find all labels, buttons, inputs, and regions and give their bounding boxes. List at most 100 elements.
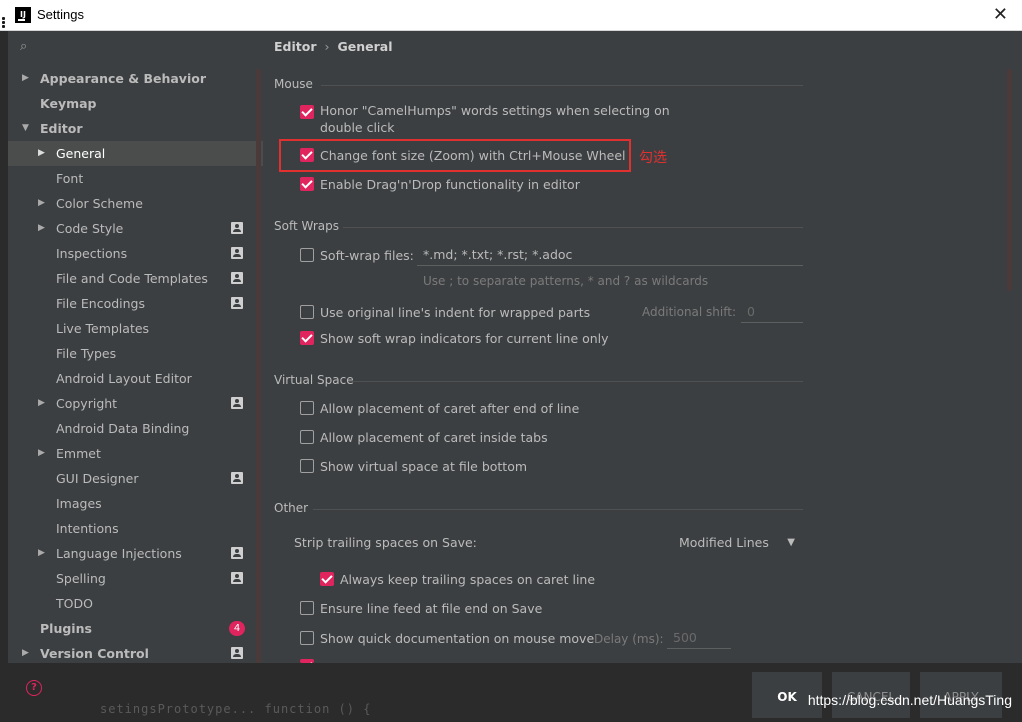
quick-doc-checkbox[interactable] [300,631,314,645]
virtual-space-bottom-label: Show virtual space at file bottom [320,459,528,474]
expand-arrow-icon[interactable]: ▶ [38,541,45,566]
sidebar-item-editor[interactable]: ▼ Editor [8,116,263,141]
sidebar-item-gui-designer[interactable]: GUI Designer [8,466,263,491]
line-feed-label: Ensure line feed at file end on Save [320,601,543,616]
annotation-text: 勾选 [639,150,667,166]
additional-shift-input[interactable]: 0 [741,301,803,323]
strip-trailing-label: Strip trailing spaces on Save: [294,535,477,550]
project-settings-icon [231,272,243,284]
keep-trailing-label: Always keep trailing spaces on caret lin… [340,572,596,587]
sidebar-item-inspections[interactable]: Inspections [8,241,263,266]
breadcrumb: Editor › General [274,39,393,54]
expand-arrow-icon[interactable]: ▶ [38,216,45,241]
sidebar-item-copyright[interactable]: ▶ Copyright [8,391,263,416]
expand-arrow-icon[interactable]: ▶ [38,441,45,466]
delay-input[interactable]: 500 [667,627,731,649]
wrap-indicators-checkbox[interactable] [300,331,314,345]
original-indent-label: Use original line's indent for wrapped p… [320,305,591,320]
background-code: setingsPrototype... function () { [100,702,372,716]
project-settings-icon [231,572,243,584]
sidebar-item-android-layout-editor[interactable]: Android Layout Editor [8,366,263,391]
virtual-space-bottom-checkbox[interactable] [300,459,314,473]
project-settings-icon [231,222,243,234]
sidebar-item-appearance[interactable]: ▶ Appearance & Behavior [8,66,263,91]
sidebar-item-images[interactable]: Images [8,491,263,516]
dragdrop-label: Enable Drag'n'Drop functionality in edit… [320,177,580,192]
settings-content: Editor › General Mouse Honor "CamelHumps" … [263,31,1022,663]
line-feed-checkbox[interactable] [300,601,314,615]
delay-label: Delay (ms): [594,632,664,646]
project-settings-icon [231,647,243,659]
intellij-logo-icon: IJ [15,7,31,23]
window-title: Settings [37,7,84,22]
breadcrumb-editor[interactable]: Editor [274,39,317,54]
help-icon[interactable]: ? [26,680,42,696]
sidebar-item-emmet[interactable]: ▶ Emmet [8,441,263,466]
sidebar: ⌕ ▶ Appearance & Behavior Keymap ▼ Editor … [8,31,263,669]
dragdrop-checkbox[interactable] [300,177,314,191]
dialog-footer: ? setingsPrototype... function () { OK C… [0,663,1022,719]
section-mouse: Mouse [274,77,313,91]
watermark: https://blog.csdn.net/HuangsTing [807,692,1012,708]
sidebar-item-file-types[interactable]: File Types [8,341,263,366]
sidebar-item-plugins[interactable]: Plugins 4 [8,616,263,641]
wrap-indicators-label: Show soft wrap indicators for current li… [320,331,609,346]
strip-trailing-dropdown[interactable]: Modified Lines ▼ [667,530,803,556]
caret-inside-tabs-checkbox[interactable] [300,430,314,444]
sidebar-item-file-encodings[interactable]: File Encodings [8,291,263,316]
update-count-badge: 4 [229,621,245,636]
sidebar-item-general[interactable]: ▶ General [8,141,263,166]
sidebar-scrollbar[interactable] [256,69,261,669]
expand-arrow-icon[interactable]: ▶ [38,141,45,166]
softwrap-files-label: Soft-wrap files: [320,248,414,263]
sidebar-item-keymap[interactable]: Keymap [8,91,263,116]
sidebar-item-android-data-binding[interactable]: Android Data Binding [8,416,263,441]
editor-gutter [0,31,8,719]
sidebar-item-todo[interactable]: TODO [8,591,263,616]
project-settings-icon [231,397,243,409]
settings-tree: ▶ Appearance & Behavior Keymap ▼ Editor ▶ G… [8,66,263,666]
section-other: Other [274,501,309,515]
divider [313,509,803,510]
sidebar-item-font[interactable]: Font [8,166,263,191]
collapse-arrow-icon[interactable]: ▼ [22,116,29,141]
dropdown-arrow-icon: ▼ [787,537,795,548]
camelhumps-checkbox[interactable] [300,105,314,119]
project-settings-icon [231,547,243,559]
expand-arrow-icon[interactable]: ▶ [22,66,29,91]
softwrap-files-input[interactable]: *.md; *.txt; *.rst; *.adoc [417,244,803,266]
sidebar-item-language-injections[interactable]: ▶ Language Injections [8,541,263,566]
original-indent-checkbox[interactable] [300,305,314,319]
section-virtual-space: Virtual Space [274,373,354,387]
search-field[interactable]: ⌕ [20,39,27,57]
title-bar: IJ Settings ✕ [0,0,1022,31]
softwrap-files-checkbox[interactable] [300,248,314,262]
expand-arrow-icon[interactable]: ▶ [38,391,45,416]
divider [343,227,803,228]
expand-arrow-icon[interactable]: ▶ [38,191,45,216]
sidebar-item-color-scheme[interactable]: ▶ Color Scheme [8,191,263,216]
project-settings-icon [231,472,243,484]
caret-after-end-label: Allow placement of caret after end of li… [320,401,580,416]
search-icon: ⌕ [20,39,28,54]
camelhumps-label-line2: double click [320,120,395,135]
sidebar-item-code-style[interactable]: ▶ Code Style [8,216,263,241]
caret-after-end-checkbox[interactable] [300,401,314,415]
camelhumps-label-line1: Honor "CamelHumps" words settings when s… [320,103,670,118]
divider [321,85,803,86]
project-settings-icon [231,247,243,259]
drag-handle-icon [2,17,5,29]
project-settings-icon [231,297,243,309]
caret-inside-tabs-label: Allow placement of caret inside tabs [320,430,548,445]
softwrap-hint: Use ; to separate patterns, * and ? as w… [423,274,709,288]
keep-trailing-checkbox[interactable] [320,572,334,586]
sidebar-item-live-templates[interactable]: Live Templates [8,316,263,341]
sidebar-item-intentions[interactable]: Intentions [8,516,263,541]
highlight-box [279,139,631,172]
content-scrollbar[interactable] [1007,69,1012,291]
close-icon[interactable]: ✕ [993,4,1008,25]
sidebar-item-file-code-templates[interactable]: File and Code Templates [8,266,263,291]
divider [349,381,803,382]
quick-doc-label: Show quick documentation on mouse move [320,631,595,646]
sidebar-item-spelling[interactable]: Spelling [8,566,263,591]
